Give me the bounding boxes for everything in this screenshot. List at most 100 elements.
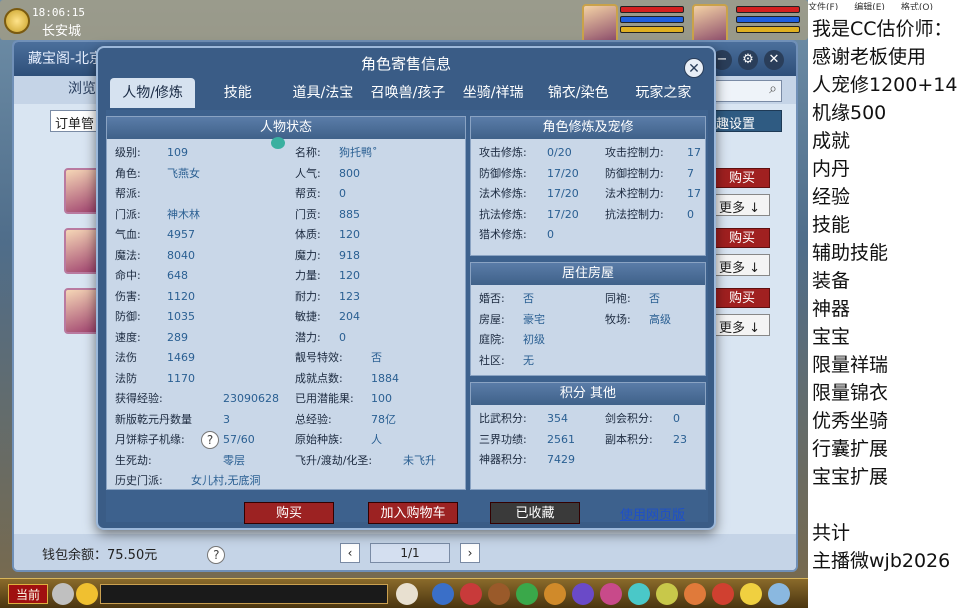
friend-icon[interactable] [600,583,622,605]
stat-value: 7429 [547,453,575,466]
prev-page-button[interactable]: ‹ [340,543,360,563]
stat-value: 1170 [167,371,195,385]
quest-icon[interactable] [544,583,566,605]
stat-label: 耐力: [295,289,321,303]
stat-row: 气血: 4957 [115,225,267,245]
close-icon[interactable]: ✕ [764,50,784,70]
stat-row: 防御: 1035 [115,307,267,327]
close-icon[interactable]: ✕ [684,58,704,78]
guild-icon[interactable] [628,583,650,605]
stat-value: 23090628 [223,392,279,405]
stat-row: 房屋: 豪宅 [479,310,623,330]
stat-value: 17/20 [547,187,579,200]
menu-item[interactable]: 格式(O) [901,3,933,10]
stat-value: 0 [339,330,346,344]
stat-label: 名称: [295,146,321,159]
stat-row: 法防 1170 [115,369,267,389]
stat-label: 副本积分: [605,432,653,446]
pet-icon[interactable] [396,583,418,605]
activity-icon[interactable] [684,583,706,605]
streamer-notes: 我是CC估价师： 感谢老板使用 人宠修1200+14 机缘500 成就 内丹 经验 技能 辅助技… [808,10,964,608]
chat-input[interactable] [100,584,388,604]
tab-4[interactable]: 召唤兽/孩子 [365,78,450,108]
clock-time: 18:06:15 [32,6,85,19]
tab-6[interactable]: 锦衣/染色 [536,78,621,108]
note-line: 我是CC估价师： [812,18,953,40]
stat-label: 魔法: [115,248,141,262]
stat-value: 3 [223,412,230,426]
stat-label: 剑会积分: [605,412,653,425]
stat-value: 100 [371,392,392,405]
stat-value: 飞燕女 [167,166,200,180]
help-icon[interactable]: ? [207,546,226,564]
stat-row: 历史门派: 女儿村,无底洞 [115,471,267,491]
character-status-box: 人物状态 级别: 109 角色: 飞燕女 帮派: 门派: 神木林 气血: 4957 魔法: 8040… [106,116,466,490]
stat-row: 获得经验: 23090628 [115,389,279,409]
stat-label: 社区: [479,353,505,367]
stat-label: 敏捷: [295,310,321,323]
stat-value: 未飞升 [403,453,436,467]
stat-value: 885 [339,207,360,221]
team-icon[interactable] [516,583,538,605]
stat-row: 已用潜能果: 100 [295,389,439,409]
pet-mp-bar [736,16,800,23]
stat-value: 78亿 [371,412,396,426]
browse-tab[interactable]: 浏览 [68,78,96,98]
gift-icon[interactable] [712,583,734,605]
smile-icon[interactable] [740,583,762,605]
stat-value: 人 [371,433,382,446]
section-header: 人物状态 [107,117,465,139]
tab-2[interactable]: 技能 [195,78,280,108]
game-bottom-bar: 当前 [0,578,808,608]
current-channel-button[interactable]: 当前 [8,584,48,604]
stat-label: 婚否: [479,292,505,305]
stat-row: 总经验: 78亿 [295,410,439,430]
stat-value: 神木林 [167,207,200,221]
menu-item[interactable]: 文件(F) [808,3,838,10]
bag-icon[interactable] [488,583,510,605]
stat-value: 204 [339,310,360,323]
microphone-icon[interactable] [52,583,74,605]
emoji-icon[interactable] [76,583,98,605]
stat-row: 潜力: 0 [295,328,439,348]
section-header: 积分 其他 [471,383,705,405]
tab-5[interactable]: 坐骑/祥瑞 [451,78,536,108]
menu-item[interactable]: 编辑(E) [854,3,885,10]
tab-3[interactable]: 道具/法宝 [280,78,365,108]
player-portrait[interactable] [582,4,618,44]
stat-value: 289 [167,330,188,344]
tab-7[interactable]: 玩家之家 [621,78,706,108]
stat-value: 否 [649,292,660,305]
wallet-balance-text: 钱包余额：75.50元 [42,548,158,563]
stat-label: 法术修炼: [479,187,527,200]
item-icon[interactable] [460,583,482,605]
help-icon[interactable]: ? [201,431,219,449]
stat-label: 原始种族: [295,433,343,446]
search-icon[interactable]: ⌕ [769,81,777,97]
system-icon[interactable] [656,583,678,605]
listing-buy-button[interactable]: 购买 [714,228,770,248]
tab-1[interactable]: 人物/修炼 [110,78,196,108]
stat-row: 法术控制力: 17 [605,184,787,204]
next-page-button[interactable]: › [460,543,480,563]
bird-icon [271,137,285,149]
gear-icon[interactable]: ⚙ [738,50,758,70]
settings-icon[interactable] [768,583,790,605]
pet-portrait[interactable] [692,4,728,44]
stat-row: 同袍: 否 [605,289,749,309]
attack-icon[interactable] [432,583,454,605]
stat-value: 800 [339,166,360,180]
stat-label: 门派: [115,207,141,221]
buy-button[interactable]: 购买 [244,502,334,524]
stat-label: 新版乾元丹数量 [115,412,192,426]
use-web-version-link[interactable]: 使用网页版 [620,504,685,523]
stat-value: 无 [523,353,534,367]
stat-label: 飞升/渡劫/化圣: [295,453,373,467]
add-to-cart-button[interactable]: 加入购物车 [368,502,458,524]
note-line: 限量祥瑞 [812,354,889,376]
stat-label: 攻击修炼: [479,146,527,159]
favorited-button[interactable]: 已收藏 [490,502,580,524]
listing-more-button[interactable]: 更多 ↓ [714,254,770,276]
skill-icon[interactable] [572,583,594,605]
stat-label: 牧场: [605,312,631,326]
